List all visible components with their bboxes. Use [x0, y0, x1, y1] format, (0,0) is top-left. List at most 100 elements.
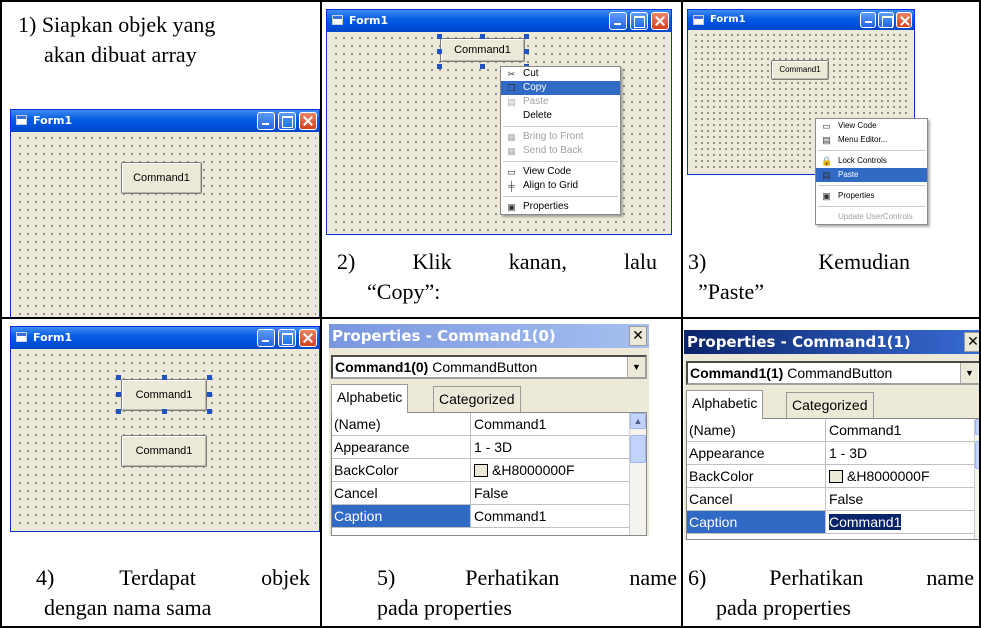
close-icon[interactable]: [299, 329, 317, 347]
menu-item-copy[interactable]: ❐ Copy: [501, 81, 620, 95]
maximize-icon[interactable]: [878, 12, 894, 28]
minimize-icon[interactable]: [257, 112, 275, 130]
tab-alphabetic[interactable]: Alphabetic: [686, 390, 764, 419]
menu-item-delete[interactable]: Delete: [501, 109, 620, 123]
property-value[interactable]: Command1: [827, 511, 902, 533]
menu-item-bring-to-front[interactable]: ▦ Bring to Front: [501, 130, 620, 144]
lock-icon: 🔒: [821, 156, 833, 166]
property-value[interactable]: &H8000000F: [827, 465, 930, 487]
tab-alphabetic[interactable]: Alphabetic: [331, 384, 409, 413]
selection-handle[interactable]: [524, 34, 529, 39]
selection-handle[interactable]: [437, 34, 442, 39]
property-row[interactable]: Cancel False: [687, 488, 974, 511]
context-menu[interactable]: ✂ Cut ❐ Copy ▤ Paste Delete ▦ Bring to Front ▦ Sen…: [500, 66, 621, 215]
property-row[interactable]: (Name) Command1: [687, 419, 974, 442]
command1-button[interactable]: Command1: [121, 162, 202, 194]
properties-window[interactable]: Properties - Command1(0) ✕ Command1(0) C…: [329, 324, 649, 536]
property-row[interactable]: Caption Command1: [332, 505, 629, 528]
menu-item-align-to-grid[interactable]: ╪ Align to Grid: [501, 179, 620, 193]
step-4-caption: 4) Terdapat objek: [36, 565, 310, 590]
properties-titlebar[interactable]: Properties - Command1(1): [684, 330, 979, 354]
selection-handle[interactable]: [207, 409, 212, 414]
minimize-icon[interactable]: [609, 12, 627, 30]
property-value[interactable]: Command1: [472, 505, 546, 527]
close-icon[interactable]: ✕: [629, 326, 647, 346]
minimize-icon[interactable]: [257, 329, 275, 347]
menu-item-paste[interactable]: ▤ Paste: [501, 95, 620, 109]
property-value[interactable]: &H8000000F: [472, 459, 575, 481]
close-icon[interactable]: [651, 12, 669, 30]
command1-button[interactable]: Command1: [440, 38, 525, 62]
property-row[interactable]: BackColor &H8000000F: [687, 465, 974, 488]
property-value[interactable]: False: [472, 482, 508, 504]
selection-handle[interactable]: [162, 375, 167, 380]
selection-handle[interactable]: [116, 392, 121, 397]
property-value[interactable]: 1 - 3D: [827, 442, 867, 464]
tab-categorized[interactable]: Categorized: [433, 386, 521, 412]
property-value[interactable]: False: [827, 488, 863, 510]
form1-titlebar[interactable]: Form1: [688, 10, 914, 30]
menu-item-lock-controls[interactable]: 🔒 Lock Controls: [816, 154, 927, 168]
maximize-icon[interactable]: [630, 12, 648, 30]
chevron-down-icon[interactable]: ▼: [627, 357, 645, 377]
menu-item-menu-editor[interactable]: ▤ Menu Editor...: [816, 133, 927, 147]
properties-grid[interactable]: (Name) Command1 Appearance 1 - 3D BackColor &…: [686, 418, 979, 540]
scroll-up-icon[interactable]: ▲: [630, 413, 646, 429]
menu-item-properties[interactable]: ▣ Properties: [501, 200, 620, 214]
tab-categorized[interactable]: Categorized: [786, 392, 874, 418]
minimize-icon[interactable]: [860, 12, 876, 28]
form1-window[interactable]: Form1 Command1 Command1: [10, 326, 320, 532]
form1-titlebar[interactable]: Form1: [327, 10, 671, 32]
menu-item-view-code[interactable]: ▭ View Code: [816, 119, 927, 133]
property-value[interactable]: Command1: [827, 419, 901, 441]
selection-handle[interactable]: [162, 409, 167, 414]
context-menu[interactable]: ▭ View Code ▤ Menu Editor... 🔒 Lock Controls ▤…: [815, 118, 928, 225]
close-icon[interactable]: ✕: [964, 332, 979, 352]
property-row[interactable]: (Name) Command1: [332, 413, 629, 436]
close-icon[interactable]: [896, 12, 912, 28]
command1-button-1[interactable]: Command1: [121, 435, 207, 467]
property-value[interactable]: 1 - 3D: [472, 436, 512, 458]
property-row[interactable]: Caption Command1: [687, 511, 974, 534]
selection-handle[interactable]: [437, 64, 442, 69]
maximize-icon[interactable]: [278, 329, 296, 347]
property-row[interactable]: Cancel False: [332, 482, 629, 505]
menu-item-send-to-back[interactable]: ▦ Send to Back: [501, 144, 620, 158]
selection-handle[interactable]: [524, 49, 529, 54]
form1-titlebar[interactable]: Form1: [11, 327, 319, 349]
selection-handle[interactable]: [480, 64, 485, 69]
selection-handle[interactable]: [116, 375, 121, 380]
command1-button[interactable]: Command1: [771, 60, 829, 80]
property-row[interactable]: BackColor &H8000000F: [332, 459, 629, 482]
selection-handle[interactable]: [207, 392, 212, 397]
menu-item-update-usercontrols[interactable]: Update UserControls: [816, 210, 927, 224]
selection-handle[interactable]: [437, 49, 442, 54]
form-design-surface[interactable]: Command1 Command1: [14, 349, 316, 528]
form1-titlebar[interactable]: Form1: [11, 110, 319, 132]
chevron-down-icon[interactable]: ▼: [960, 363, 978, 383]
maximize-icon[interactable]: [278, 112, 296, 130]
properties-titlebar[interactable]: Properties - Command1(0): [329, 324, 649, 348]
selection-handle[interactable]: [480, 34, 485, 39]
menu-item-label: Delete: [523, 110, 552, 121]
property-row[interactable]: Appearance 1 - 3D: [687, 442, 974, 465]
property-row[interactable]: Appearance 1 - 3D: [332, 436, 629, 459]
selection-handle[interactable]: [207, 375, 212, 380]
scroll-thumb[interactable]: [630, 435, 646, 463]
cell-step-6: Properties - Command1(1) ✕ Command1(1) C…: [684, 320, 979, 626]
form-design-surface[interactable]: Command1: [14, 132, 316, 315]
object-selector[interactable]: Command1(1) CommandButton ▼: [686, 361, 979, 385]
object-selector[interactable]: Command1(0) CommandButton ▼: [331, 355, 647, 379]
properties-window[interactable]: Properties - Command1(1) ✕ Command1(1) C…: [684, 330, 979, 540]
menu-item-view-code[interactable]: ▭ View Code: [501, 165, 620, 179]
property-value[interactable]: Command1: [472, 413, 546, 435]
command1-button-0[interactable]: Command1: [121, 379, 207, 411]
menu-item-paste[interactable]: ▤ Paste: [816, 168, 927, 182]
close-icon[interactable]: [299, 112, 317, 130]
form1-window[interactable]: Form1 Command1: [10, 109, 320, 317]
menu-item-properties[interactable]: ▣ Properties: [816, 189, 927, 203]
menu-item-cut[interactable]: ✂ Cut: [501, 67, 620, 81]
selection-handle[interactable]: [116, 409, 121, 414]
properties-grid[interactable]: (Name) Command1 Appearance 1 - 3D BackColor &…: [331, 412, 647, 536]
vertical-scrollbar[interactable]: ▲: [629, 413, 646, 535]
